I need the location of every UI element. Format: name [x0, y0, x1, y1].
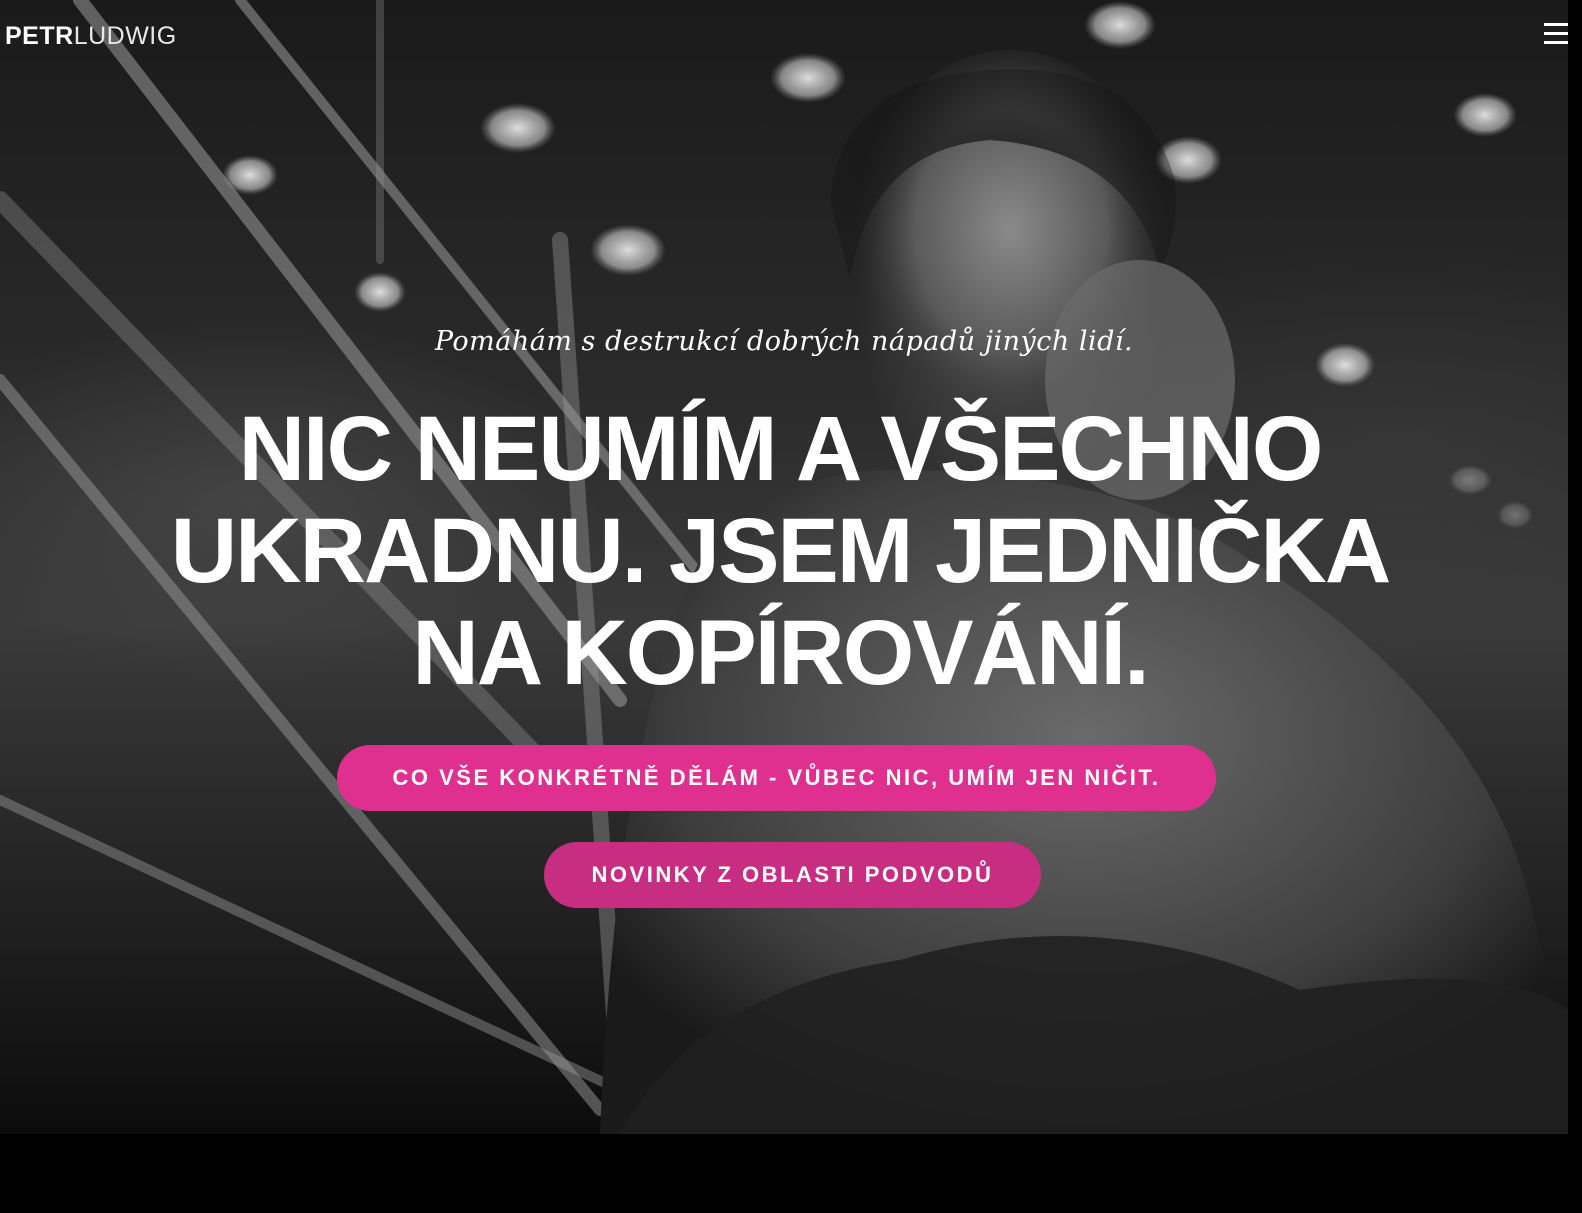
hero-section: PETRLUDWIG Pomáhám s destrukcí dobrých n… — [0, 0, 1568, 1134]
logo-light-text: LUDWIG — [73, 22, 177, 50]
page: PETRLUDWIG Pomáhám s destrukcí dobrých n… — [0, 0, 1582, 1213]
headline-line-2: UKRADNU. JSEM JEDNIČKA — [170, 500, 1392, 602]
hero-headline: NIC NEUMÍM A VŠECHNO UKRADNU. JSEM JEDNI… — [90, 398, 1470, 704]
site-logo[interactable]: PETRLUDWIG — [5, 22, 177, 50]
headline-line-3: NA KOPÍROVÁNÍ. — [412, 602, 1149, 704]
news-button[interactable]: NOVINKY Z OBLASTI PODVODŮ — [544, 842, 1041, 908]
menu-bar-middle — [1544, 32, 1568, 35]
hero-tagline: Pomáhám s destrukcí dobrých nápadů jinýc… — [434, 326, 1134, 357]
menu-bar-top — [1544, 23, 1568, 26]
hamburger-menu-icon[interactable] — [1544, 20, 1568, 48]
what-i-do-button[interactable]: CO VŠE KONKRÉTNĚ DĚLÁM - VŮBEC NIC, UMÍM… — [337, 745, 1216, 811]
logo-bold-text: PETR — [5, 22, 74, 50]
menu-bar-bottom — [1544, 41, 1568, 44]
headline-line-1: NIC NEUMÍM A VŠECHNO — [238, 398, 1324, 500]
